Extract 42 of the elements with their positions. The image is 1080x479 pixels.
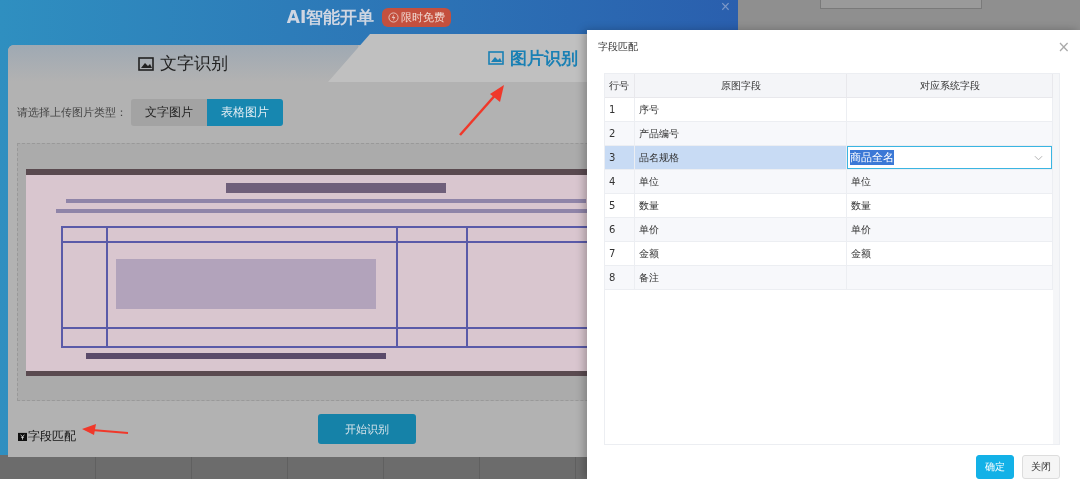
table-cell: 8 bbox=[605, 266, 635, 290]
caret-icon bbox=[1034, 154, 1043, 161]
type-option[interactable]: 文字图片 bbox=[131, 99, 207, 126]
table-cell: 品名规格 bbox=[635, 146, 847, 170]
table-cell: 金额 bbox=[635, 242, 847, 266]
table-cell: 备注 bbox=[635, 266, 847, 290]
table-cell: 单位 bbox=[847, 170, 1053, 194]
table-cell: 4 bbox=[605, 170, 635, 194]
modal-title: AI智能开单 bbox=[286, 6, 375, 29]
table-cell: 7 bbox=[605, 242, 635, 266]
column-header: 对应系统字段 bbox=[847, 74, 1053, 98]
column-header: 行号 bbox=[605, 74, 635, 98]
table-cell: 5 bbox=[605, 194, 635, 218]
table-cell: 2 bbox=[605, 122, 635, 146]
table-cell: 数量 bbox=[635, 194, 847, 218]
free-badge: 限时免费 bbox=[382, 8, 452, 27]
upload-type-label: 请选择上传图片类型： bbox=[17, 105, 127, 120]
table-cell: 产品编号 bbox=[635, 122, 847, 146]
yen-icon bbox=[18, 431, 27, 441]
close-button[interactable]: × bbox=[720, 0, 730, 16]
table-cell: 单位 bbox=[635, 170, 847, 194]
table-cell: 数量 bbox=[847, 194, 1053, 218]
image-icon bbox=[488, 51, 504, 65]
type-option[interactable]: 表格图片 bbox=[207, 99, 283, 126]
table-cell: 3 bbox=[605, 146, 635, 170]
close-button[interactable]: × bbox=[1057, 38, 1070, 56]
lightning-icon bbox=[388, 12, 400, 23]
image-icon bbox=[138, 56, 154, 71]
column-header: 原图字段 bbox=[635, 74, 847, 98]
table-cell: 序号 bbox=[635, 98, 847, 122]
table-cell: 1 bbox=[605, 98, 635, 122]
close-button[interactable]: 关闭 bbox=[1022, 455, 1060, 479]
confirm-button[interactable]: 确定 bbox=[976, 455, 1014, 479]
table-cell: 金额 bbox=[847, 242, 1053, 266]
dropdown-field[interactable]: 商品全名 bbox=[847, 146, 1052, 169]
dialog-title: 字段匹配 bbox=[598, 40, 638, 54]
table-cell: 6 bbox=[605, 218, 635, 242]
table-cell: 单价 bbox=[635, 218, 847, 242]
start-recognition-button[interactable]: 开始识别 bbox=[318, 414, 416, 444]
field-match-link[interactable]: 字段匹配 bbox=[18, 427, 76, 445]
table-cell: 单价 bbox=[847, 218, 1053, 242]
annotation-arrow bbox=[80, 424, 130, 438]
